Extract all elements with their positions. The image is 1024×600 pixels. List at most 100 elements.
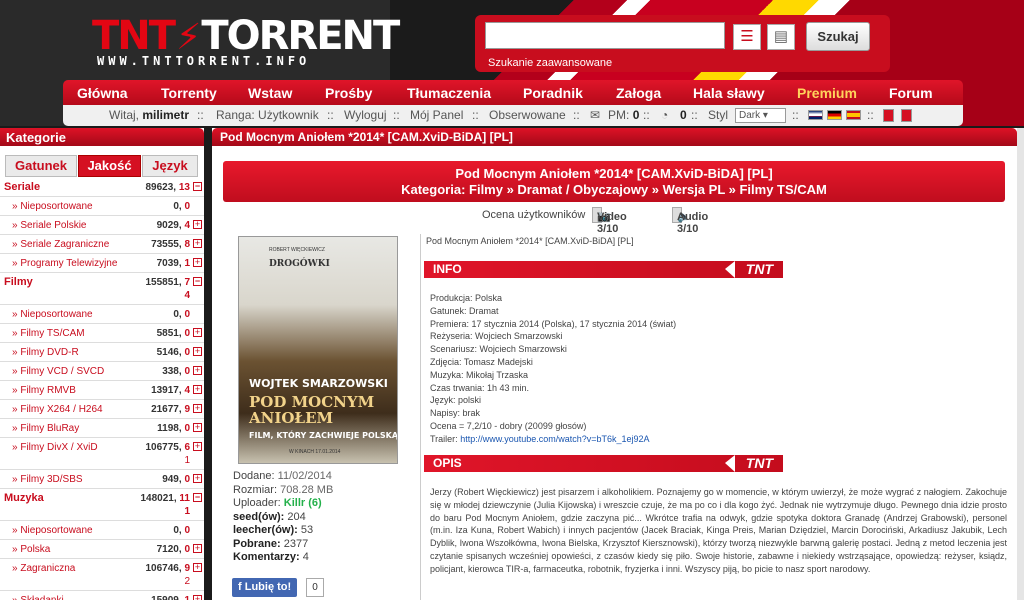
notification-icon[interactable]: ◔ — [661, 108, 668, 122]
category-label[interactable]: » Filmy DivX / XviD — [12, 442, 98, 453]
expand-icon[interactable]: + — [193, 563, 202, 572]
collapse-icon[interactable]: − — [193, 493, 202, 502]
collapse-icon[interactable]: − — [193, 182, 202, 191]
category-item[interactable]: Filmy 155851, 7−4 — [0, 273, 204, 305]
expand-icon[interactable]: + — [193, 595, 202, 600]
facebook-like-button[interactable]: f Lubię to! — [232, 578, 298, 597]
tab-jezyk[interactable]: Język — [142, 155, 198, 177]
search-input[interactable] — [485, 22, 725, 49]
category-label[interactable]: Seriale — [4, 181, 40, 193]
category-item[interactable]: Muzyka 148021, 11−1 — [0, 489, 204, 521]
facebook-icon: f — [238, 581, 242, 593]
search-button[interactable]: Szukaj — [806, 22, 870, 51]
logout-link[interactable]: Wyloguj — [344, 108, 387, 122]
rank: Ranga: Użytkownik — [216, 108, 319, 122]
nav-poradnik[interactable]: Poradnik — [523, 85, 583, 101]
trailer-link[interactable]: http://www.youtube.com/watch?v=bT6k_1ej9… — [460, 434, 649, 444]
category-label[interactable]: » Filmy 3D/SBS — [12, 474, 83, 485]
category-item[interactable]: » Nieposortowane 0, 0 — [0, 305, 204, 324]
expand-icon[interactable]: + — [193, 385, 202, 394]
category-item[interactable]: » Polska 7120, 0 + — [0, 540, 204, 559]
expand-icon[interactable]: + — [193, 442, 202, 451]
mail-icon[interactable]: ✉ — [590, 108, 600, 122]
category-label[interactable]: » Zagraniczna — [12, 563, 75, 574]
tab-gatunek[interactable]: Gatunek — [5, 155, 77, 177]
nav-zaloga[interactable]: Załoga — [616, 85, 661, 101]
category-item[interactable]: » Filmy DivX / XviD 106775, 6 +1 — [0, 438, 204, 470]
list-view-icon[interactable]: ☰ — [733, 24, 761, 50]
grid-view-icon[interactable]: ▤ — [767, 24, 795, 50]
category-item[interactable]: » Seriale Zagraniczne 73555, 8 + — [0, 235, 204, 254]
category-label[interactable]: » Filmy X264 / H264 — [12, 404, 103, 415]
nav-torrenty[interactable]: Torrenty — [161, 85, 217, 101]
category-item[interactable]: » Filmy VCD / SVCD 338, 0 + — [0, 362, 204, 381]
flag-spain-icon[interactable] — [846, 110, 861, 120]
advanced-search-link[interactable]: Szukanie zaawansowane — [488, 57, 612, 69]
category-label[interactable]: » Polska — [12, 544, 50, 555]
nav-hala-slawy[interactable]: Hala sławy — [693, 85, 765, 101]
expand-icon[interactable]: + — [193, 544, 202, 553]
video-rating[interactable]: 📷 Video 3/10 — [592, 207, 627, 235]
tab-jakosc[interactable]: Jakość — [78, 155, 141, 177]
expand-icon[interactable]: + — [193, 328, 202, 337]
category-label[interactable]: Muzyka — [4, 492, 44, 504]
main-title-bar: Pod Mocnym Aniołem *2014* [CAM.XviD-BiDA… — [212, 128, 1017, 146]
category-label[interactable]: » Nieposortowane — [12, 201, 93, 212]
category-label[interactable]: » Seriale Polskie — [12, 220, 86, 231]
category-label[interactable]: » Nieposortowane — [12, 309, 93, 320]
category-label[interactable]: » Filmy VCD / SVCD — [12, 366, 104, 377]
expand-icon[interactable]: + — [193, 220, 202, 229]
audio-rating[interactable]: 🔈 Audio 3/10 — [672, 207, 708, 235]
category-label[interactable]: » Składanki — [12, 595, 64, 600]
category-item[interactable]: » Zagraniczna 106746, 9 +2 — [0, 559, 204, 591]
nav-wstaw[interactable]: Wstaw — [248, 85, 292, 101]
category-item[interactable]: » Nieposortowane 0, 0 — [0, 197, 204, 216]
expand-icon[interactable]: + — [193, 423, 202, 432]
collapse-icon[interactable]: − — [193, 277, 202, 286]
category-label[interactable]: » Filmy TS/CAM — [12, 328, 85, 339]
nav-glowna[interactable]: Główna — [77, 85, 128, 101]
expand-icon[interactable]: + — [193, 404, 202, 413]
uploader-link[interactable]: Killr (6) — [284, 497, 322, 509]
category-breadcrumb[interactable]: Kategoria: Filmy » Dramat / Obyczajowy »… — [223, 182, 1005, 198]
category-label[interactable]: » Filmy RMVB — [12, 385, 76, 396]
scrollbar[interactable] — [1017, 128, 1024, 600]
category-item[interactable]: » Seriale Polskie 9029, 4 + — [0, 216, 204, 235]
torrent-meta: Dodane: 11/02/2014 Rozmiar: 708.28 MB Up… — [233, 470, 334, 563]
category-item[interactable]: » Filmy DVD-R 5146, 0 + — [0, 343, 204, 362]
nav-premium[interactable]: Premium — [797, 85, 857, 101]
category-item[interactable]: » Filmy 3D/SBS 949, 0 + — [0, 470, 204, 489]
category-label[interactable]: » Filmy DVD-R — [12, 347, 79, 358]
category-label[interactable]: » Seriale Zagraniczne — [12, 239, 109, 250]
pm-link[interactable]: PM: 0 — [608, 108, 639, 122]
expand-icon[interactable]: + — [193, 347, 202, 356]
category-label[interactable]: » Nieposortowane — [12, 525, 93, 536]
style-select[interactable]: Dark ▾ — [735, 108, 786, 123]
category-item[interactable]: » Filmy TS/CAM 5851, 0 + — [0, 324, 204, 343]
flag-uk-icon[interactable] — [808, 110, 823, 120]
category-item[interactable]: Seriale 89623, 13− — [0, 178, 204, 197]
expand-icon[interactable]: + — [193, 474, 202, 483]
nav-tlumaczenia[interactable]: Tłumaczenia — [407, 85, 491, 101]
my-panel-link[interactable]: Mój Panel — [410, 108, 463, 122]
expand-icon[interactable]: + — [193, 258, 202, 267]
theme-dark-icon[interactable] — [901, 109, 912, 122]
nav-prosby[interactable]: Prośby — [325, 85, 372, 101]
expand-icon[interactable]: + — [193, 366, 202, 375]
username[interactable]: milimetr — [142, 108, 189, 122]
theme-red-icon[interactable] — [883, 109, 894, 122]
category-label[interactable]: » Programy Telewizyjne — [12, 258, 117, 269]
category-item[interactable]: » Filmy BluRay 1198, 0 + — [0, 419, 204, 438]
category-label[interactable]: » Filmy BluRay — [12, 423, 79, 434]
category-item[interactable]: » Programy Telewizyjne 7039, 1 + — [0, 254, 204, 273]
category-item[interactable]: » Filmy RMVB 13917, 4 + — [0, 381, 204, 400]
category-item[interactable]: » Filmy X264 / H264 21677, 9 + — [0, 400, 204, 419]
watched-link[interactable]: Obserwowane — [489, 108, 566, 122]
category-item[interactable]: » Nieposortowane 0, 0 — [0, 521, 204, 540]
category-label[interactable]: Filmy — [4, 276, 33, 288]
flag-germany-icon[interactable] — [827, 110, 842, 120]
site-logo[interactable]: TNT⚡TORRENT — [92, 16, 400, 58]
nav-forum[interactable]: Forum — [889, 85, 933, 101]
category-item[interactable]: » Składanki 15909, 1+ — [0, 591, 204, 600]
expand-icon[interactable]: + — [193, 239, 202, 248]
